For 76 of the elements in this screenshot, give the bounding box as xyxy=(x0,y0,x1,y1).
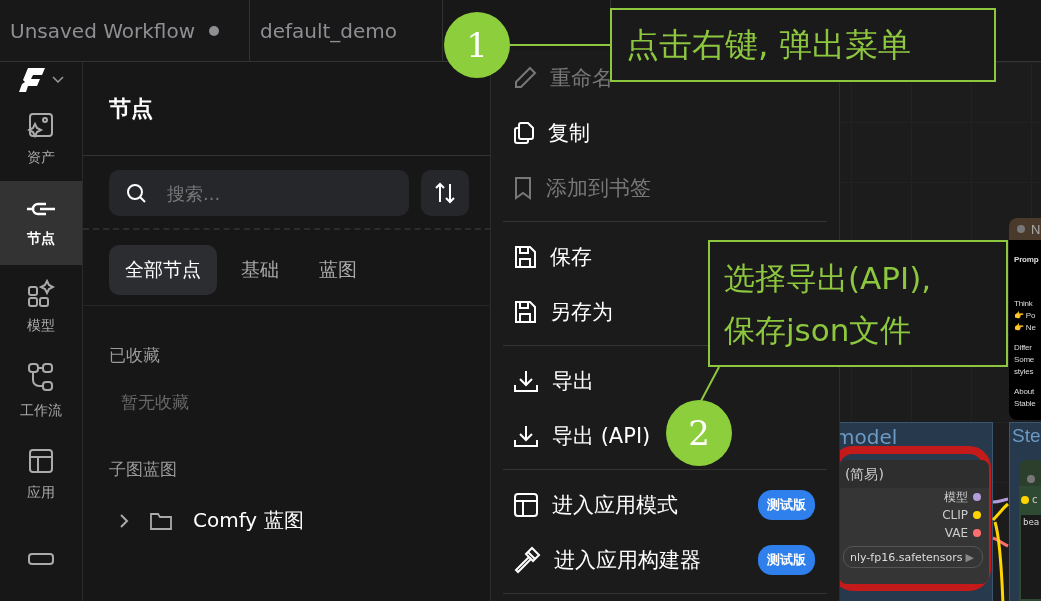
folder-icon xyxy=(149,510,173,531)
sort-icon xyxy=(434,182,456,204)
empty-message: 暂无收藏 xyxy=(121,391,189,414)
node-title: (简易) xyxy=(839,460,989,488)
model-select-field[interactable]: nly-fp16.safetensors ▶ xyxy=(843,546,983,568)
note-text: Think xyxy=(1014,298,1034,310)
menu-item[interactable]: 导出 xyxy=(491,353,598,408)
note-text: Stable xyxy=(1014,398,1037,410)
search-icon xyxy=(125,182,147,204)
note-text: 👉 Ne xyxy=(1014,322,1037,334)
copy-icon xyxy=(513,120,535,145)
logo-icon[interactable] xyxy=(18,66,46,93)
sidebar-item[interactable]: 应用 xyxy=(0,433,82,517)
callout-tooltip: 点击右键, 弹出菜单 xyxy=(610,8,996,82)
menu-item[interactable]: 复制 xyxy=(491,105,594,160)
filter-tab[interactable]: 基础 xyxy=(225,245,295,295)
input-label: c xyxy=(1032,494,1038,505)
hammer-icon xyxy=(513,545,541,574)
note-text: styles xyxy=(1014,366,1035,378)
sidebar-item[interactable]: 资产 xyxy=(0,97,82,181)
menu-item[interactable]: 进入应用模式 测试版 xyxy=(491,477,839,532)
note-heading: Promp xyxy=(1014,254,1040,266)
note-text: About xyxy=(1014,386,1035,398)
output-label: VAE xyxy=(944,526,968,540)
menu-item[interactable]: 进入应用构建器 测试版 xyxy=(491,532,839,587)
filter-tab[interactable]: 蓝图 xyxy=(303,245,373,295)
input-slot-icon[interactable] xyxy=(1021,495,1029,504)
prompt-text: bea xyxy=(1021,515,1041,599)
download-icon xyxy=(513,423,539,448)
sidebar-item[interactable]: 工作流 xyxy=(0,349,82,433)
prompt-node[interactable]: c bea xyxy=(1019,460,1041,601)
beta-badge: 测试版 xyxy=(758,489,815,520)
loader-node[interactable]: (简易) 模型 CLIP VAE nly-fp16.safetensors ▶ xyxy=(839,460,989,584)
search-field[interactable]: 搜索... xyxy=(109,170,409,216)
shapes-icon xyxy=(27,279,55,307)
filter-tab[interactable]: 全部节点 xyxy=(109,245,217,295)
download-icon xyxy=(513,368,539,393)
note-node[interactable]: N Promp Think 👉 Po 👉 Ne Differ Some styles About Stable xyxy=(1009,218,1041,420)
tree-item[interactable]: Comfy 蓝图 xyxy=(119,507,304,534)
layout-icon xyxy=(513,491,539,518)
sidebar-item[interactable]: 节点 xyxy=(0,181,82,265)
leader-line xyxy=(700,366,720,402)
menu-item[interactable]: 导出 (API) xyxy=(491,408,655,463)
save-icon xyxy=(513,299,537,324)
workflow-icon xyxy=(27,362,55,392)
sort-button[interactable] xyxy=(421,170,469,216)
status-dot-icon xyxy=(1017,225,1025,233)
sidebar-item[interactable]: 模型 xyxy=(0,265,82,349)
workflow-tab[interactable]: default_demo xyxy=(250,0,443,61)
output-slot-icon[interactable] xyxy=(973,493,981,501)
image-sparkle-icon xyxy=(27,111,55,139)
section-heading: 已收藏 xyxy=(109,344,160,367)
status-dot-icon xyxy=(1027,475,1035,483)
node-title: N xyxy=(1031,221,1041,237)
output-label: 模型 xyxy=(944,488,968,506)
layout-icon xyxy=(28,448,54,474)
save-icon xyxy=(513,244,537,269)
panel-title: 节点 xyxy=(109,94,153,123)
bookmark-icon xyxy=(513,175,533,200)
beta-badge: 测试版 xyxy=(758,544,815,575)
output-slot-icon[interactable] xyxy=(973,529,981,537)
stack-icon xyxy=(27,552,55,566)
section-heading: 子图蓝图 xyxy=(109,458,177,481)
menu-item[interactable]: 保存 xyxy=(491,229,596,284)
menu-item[interactable]: 另存为 xyxy=(491,284,617,339)
unsaved-dot-icon xyxy=(209,25,220,36)
pencil-icon xyxy=(513,65,537,90)
chevron-down-icon[interactable] xyxy=(52,75,64,84)
callout-tooltip: 选择导出(API), 保存json文件 xyxy=(708,240,1008,367)
output-slot-icon[interactable] xyxy=(973,511,981,519)
output-label: CLIP xyxy=(942,508,968,522)
note-text: Differ xyxy=(1014,342,1033,354)
note-text: Some xyxy=(1014,354,1036,366)
node-group[interactable]: Ste c bea xyxy=(1009,422,1041,601)
note-text: 👉 Po xyxy=(1014,310,1037,322)
workflow-tab[interactable]: Unsaved Workflow xyxy=(0,0,250,61)
